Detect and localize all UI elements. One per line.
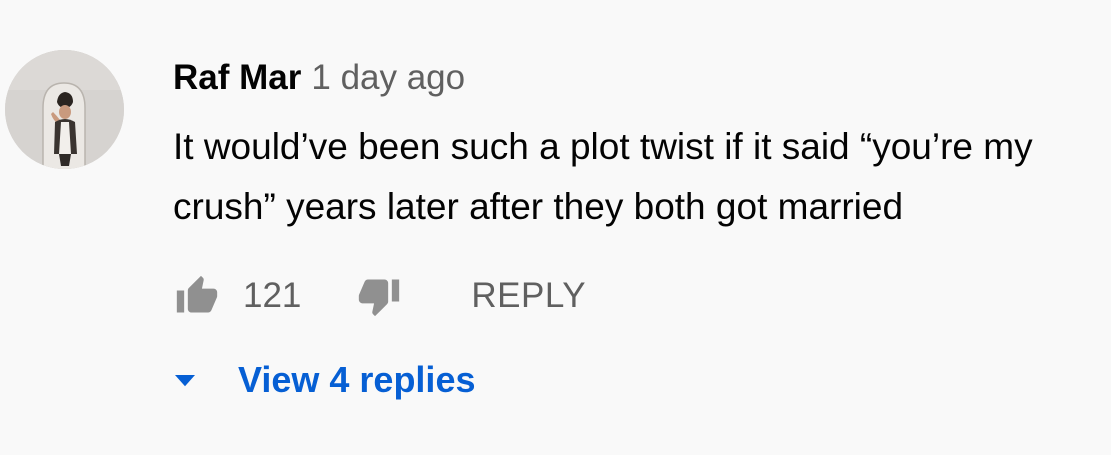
reply-button[interactable]: REPLY [471, 270, 586, 322]
comment-timestamp[interactable]: 1 day ago [311, 58, 465, 97]
comment-header: Raf Mar 1 day ago [173, 56, 465, 100]
view-replies-label: View 4 replies [238, 359, 476, 400]
dislike-button[interactable] [355, 272, 403, 320]
like-count: 121 [243, 276, 302, 315]
view-replies-button[interactable]: View 4 replies [170, 352, 475, 408]
comment-actions: 121 REPLY [173, 270, 586, 322]
caret-down-icon [175, 375, 195, 387]
thumbs-up-icon [176, 275, 218, 313]
avatar-image [5, 50, 124, 169]
thumbs-down-icon [359, 279, 400, 317]
avatar[interactable] [5, 50, 124, 169]
comment-text: It would’ve been such a plot twist if it… [173, 126, 1033, 227]
like-button[interactable] [173, 272, 221, 320]
author-name[interactable]: Raf Mar [173, 58, 301, 97]
comment-thread: Raf Mar 1 day ago It would’ve been such a… [0, 0, 1111, 455]
